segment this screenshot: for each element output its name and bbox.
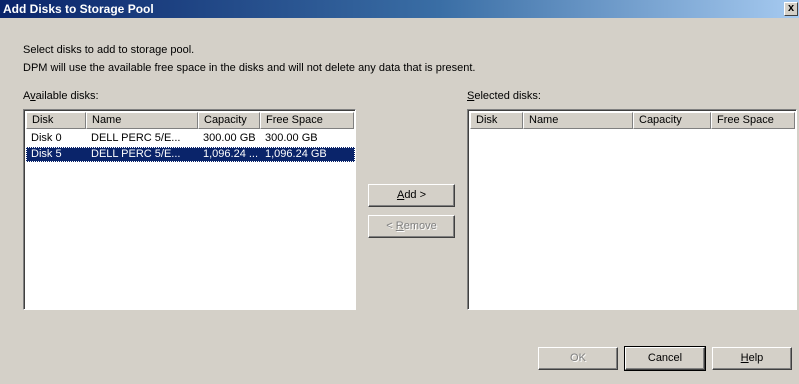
cell-free-space: 300.00 GB [265,132,318,144]
intro-line-1: Select disks to add to storage pool. [23,44,195,56]
cell-capacity: 300.00 GB [203,132,256,144]
cancel-button[interactable]: Cancel [624,346,706,371]
cell-disk: Disk 5 [31,148,62,160]
button-label: dd > [404,189,427,201]
label-part: ailable disks: [35,90,99,102]
cell-capacity: 1,096.24 ... [203,148,259,160]
title-bar: Add Disks to Storage Pool x [0,0,799,18]
button-label: < [386,220,396,232]
selected-disks-label: Selected disks: [467,90,541,103]
column-header-disk[interactable]: Disk [470,112,523,129]
cell-disk: Disk 0 [31,132,62,144]
selected-disks-list[interactable]: Disk Name Capacity Free Space [467,109,797,310]
button-mnemonic: H [740,352,749,364]
column-header-name[interactable]: Name [523,112,633,129]
column-header-disk[interactable]: Disk [26,112,86,129]
cell-name: DELL PERC 5/E... [91,148,181,160]
cell-name: DELL PERC 5/E... [91,132,181,144]
available-disks-list[interactable]: Disk Name Capacity Free Space Disk 0 DEL… [23,109,356,310]
add-button[interactable]: Add > [368,184,455,207]
intro-line-2: DPM will use the available free space in… [23,62,476,74]
button-label: emove [403,220,437,232]
help-button[interactable]: Help [712,347,792,370]
button-mnemonic: R [395,220,404,232]
label-part: elected disks: [474,90,541,102]
table-row[interactable]: Disk 5 DELL PERC 5/E... 1,096.24 ... 1,0… [26,147,355,162]
column-header-capacity[interactable]: Capacity [198,112,260,129]
column-header-capacity[interactable]: Capacity [633,112,711,129]
close-button[interactable]: x [784,2,798,16]
column-header-free-space[interactable]: Free Space [260,112,354,129]
button-label: elp [748,352,764,364]
close-icon: x [787,2,795,14]
remove-button[interactable]: < Remove [368,215,455,238]
cell-free-space: 1,096.24 GB [265,148,327,160]
column-header-name[interactable]: Name [86,112,198,129]
table-row[interactable]: Disk 0 DELL PERC 5/E... 300.00 GB 300.00… [26,131,355,146]
available-disks-label: Available disks: [23,90,99,103]
window-title: Add Disks to Storage Pool [3,2,154,16]
ok-button[interactable]: OK [538,347,618,370]
column-header-free-space[interactable]: Free Space [711,112,795,129]
